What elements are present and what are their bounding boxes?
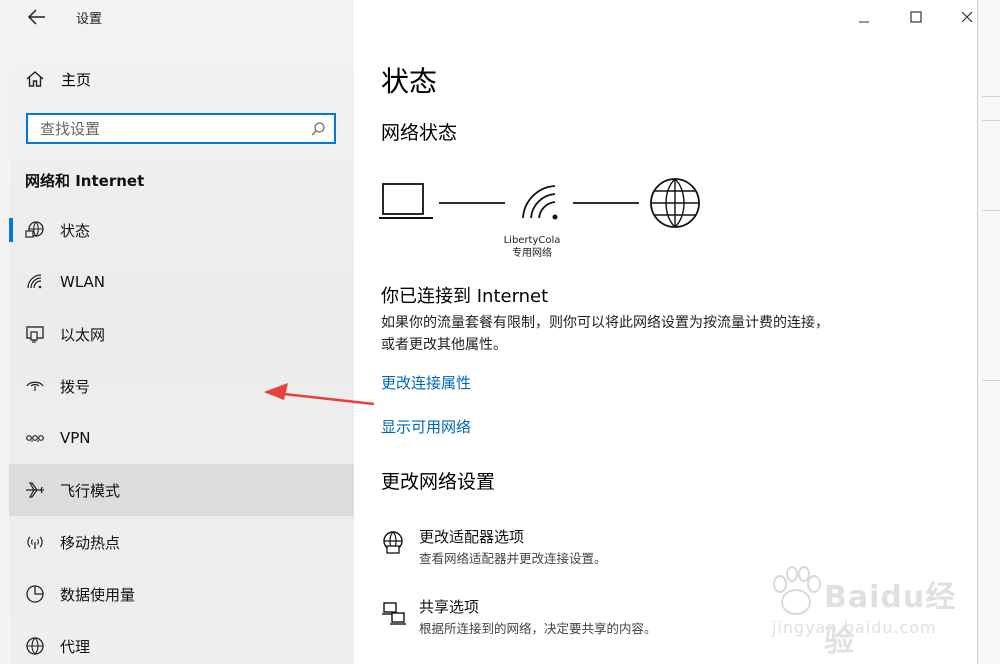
search-box[interactable] [26, 113, 336, 144]
search-input[interactable] [28, 118, 302, 139]
close-button[interactable] [953, 6, 981, 28]
network-name: LibertyCola [503, 235, 561, 246]
network-label: LibertyCola 专用网络 [487, 234, 577, 260]
sidebar-item-ethernet[interactable]: 以太网 [9, 308, 354, 360]
sidebar-item-data-usage[interactable]: 数据使用量 [9, 568, 354, 620]
change-adapter-options[interactable]: 更改适配器选项 查看网络适配器并更改连接设置。 [381, 526, 801, 574]
sidebar-item-label: 拨号 [60, 377, 91, 396]
network-status-heading: 网络状态 [381, 122, 458, 144]
search-icon[interactable] [310, 121, 326, 137]
option-description: 根据所连接到的网络，决定要共享的内容。 [419, 621, 657, 636]
airplane-icon [26, 482, 44, 498]
sidebar-item-wlan[interactable]: WLAN [9, 256, 354, 308]
sidebar-home[interactable]: 主页 [25, 66, 91, 92]
close-icon [961, 11, 973, 23]
adapter-globe-icon [383, 531, 403, 554]
proxy-globe-icon [26, 637, 44, 655]
change-network-settings-heading: 更改网络设置 [381, 471, 496, 493]
watermark-brand: Baidu经验 [824, 580, 957, 659]
sidebar-item-vpn[interactable]: VPN [9, 412, 354, 464]
internet-globe-icon [650, 178, 700, 228]
paw-logo-icon [773, 566, 821, 615]
show-available-networks-link[interactable]: 显示可用网络 [381, 416, 471, 437]
maximize-button[interactable] [902, 6, 930, 28]
wifi-icon [27, 274, 42, 289]
section-title: 网络和 Internet [25, 172, 145, 190]
page-title: 状态 [381, 65, 438, 98]
sidebar-item-label: VPN [60, 429, 91, 447]
sidebar-item-hotspot[interactable]: 移动热点 [9, 516, 354, 568]
minimize-icon [859, 21, 869, 23]
data-usage-icon [26, 585, 44, 603]
sidebar-item-label: 飞行模式 [60, 481, 121, 500]
wifi-signal-icon [522, 185, 558, 220]
annotation-arrow [264, 383, 374, 406]
connected-heading: 你已连接到 Internet [381, 286, 549, 307]
laptop-icon [379, 183, 433, 219]
ethernet-icon [26, 326, 44, 343]
back-arrow-icon [27, 9, 45, 25]
vpn-icon [26, 435, 44, 442]
network-type: 专用网络 [512, 248, 552, 259]
settings-sidebar: 设置 主页 网络和 Internet 状态 WLAN [9, 0, 363, 664]
sidebar-item-label: 移动热点 [60, 533, 121, 552]
sharing-icon [382, 602, 406, 625]
maximize-icon [910, 11, 922, 23]
option-description: 查看网络适配器并更改连接设置。 [419, 551, 607, 566]
background-window-right [977, 0, 1000, 664]
change-connection-properties-link[interactable]: 更改连接属性 [381, 372, 471, 393]
window-title: 设置 [76, 12, 103, 27]
baidu-watermark: Baidu经验 jingyan.baidu.com [762, 560, 974, 659]
sidebar-item-airplane-mode[interactable]: 飞行模式 [9, 464, 354, 516]
connected-description: 如果你的流量套餐有限制，则你可以将此网络设置为按流量计费的连接，或者更改其他属性… [381, 315, 829, 353]
home-icon [26, 71, 44, 87]
sidebar-item-proxy[interactable]: 代理 [9, 620, 354, 672]
watermark-url: jingyan.baidu.com [772, 618, 937, 637]
status-globe-icon [25, 221, 44, 238]
hotspot-icon [27, 536, 43, 549]
dialup-icon [26, 381, 44, 391]
sidebar-item-label: 代理 [60, 637, 91, 656]
sidebar-item-label: 以太网 [60, 325, 106, 344]
sidebar-item-status[interactable]: 状态 [9, 204, 354, 256]
sidebar-item-label: 数据使用量 [60, 585, 136, 604]
option-title: 共享选项 [419, 598, 480, 616]
option-title: 更改适配器选项 [419, 528, 525, 546]
sidebar-item-label: 状态 [60, 221, 91, 240]
active-indicator [9, 218, 13, 242]
home-label: 主页 [61, 70, 92, 89]
minimize-button[interactable] [850, 6, 878, 28]
back-button[interactable] [25, 6, 49, 28]
sharing-options[interactable]: 共享选项 根据所连接到的网络，决定要共享的内容。 [381, 596, 801, 644]
sidebar-item-label: WLAN [60, 273, 106, 291]
